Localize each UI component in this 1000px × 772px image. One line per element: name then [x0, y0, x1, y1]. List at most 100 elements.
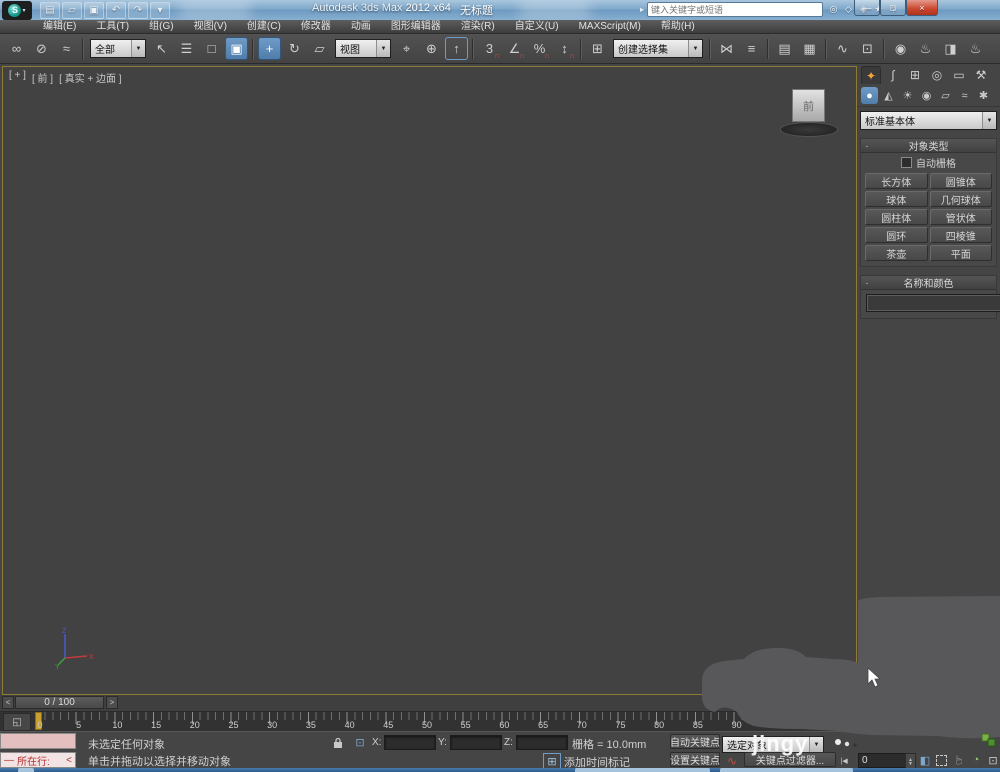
maximize-viewport-toggle-icon[interactable]: ⊡	[985, 752, 1000, 768]
cylinder-button[interactable]: 圆柱体	[865, 209, 928, 225]
menu-tools[interactable]: 工具(T)	[87, 20, 138, 33]
y-coordinate-field[interactable]	[450, 735, 502, 750]
track-bar[interactable]: ◱ 0 5 10 15 20 25 30 35 40 45 50 55 60 65 70 75 80 85 90	[0, 712, 857, 732]
go-to-start-button[interactable]: |◀	[836, 753, 852, 768]
previous-frame-arrow[interactable]: <	[2, 696, 14, 709]
time-slider-handle[interactable]: 0 / 100	[15, 696, 104, 709]
windows-taskbar-edge[interactable]	[0, 768, 1000, 772]
toolbar-options-button[interactable]: ▾	[150, 1, 170, 19]
select-object-icon[interactable]: ↖	[150, 37, 173, 60]
key-mode-toggle-icon[interactable]: ◧	[917, 752, 933, 768]
snap-toggle-3d-icon[interactable]: 3 ∩	[478, 37, 501, 60]
tab-hierarchy[interactable]: ⊞	[905, 66, 925, 84]
category-helpers[interactable]: ▱	[937, 87, 954, 104]
category-shapes[interactable]: ◭	[880, 87, 897, 104]
select-and-rotate-icon[interactable]: ↻	[283, 37, 306, 60]
category-cameras[interactable]: ◉	[918, 87, 935, 104]
spinner-snap-icon[interactable]: ↕ ∩	[553, 37, 576, 60]
dropdown-arrow-icon[interactable]: ▼	[131, 40, 145, 57]
ribbon-toggle-icon[interactable]: ▦	[798, 37, 821, 60]
render-setup-icon[interactable]: ♨	[914, 37, 937, 60]
sphere-button[interactable]: 球体	[865, 191, 928, 207]
orbit-icon[interactable]: ◔	[968, 752, 984, 768]
select-and-scale-icon[interactable]: ▱	[308, 37, 331, 60]
viewcube-front-face[interactable]: 前	[792, 89, 825, 122]
viewport-menu-shading[interactable]: [ 真实 + 边面 ]	[59, 70, 122, 85]
next-frame-arrow[interactable]: >	[106, 696, 118, 709]
search-input[interactable]	[647, 2, 824, 17]
subcategory-dropdown[interactable]: 标准基本体 ▼	[860, 111, 997, 130]
render-production-icon[interactable]: ♨	[964, 37, 987, 60]
rendered-frame-window-icon[interactable]: ◨	[939, 37, 962, 60]
maximize-button[interactable]: □	[880, 0, 906, 16]
menu-edit[interactable]: 编辑(E)	[34, 20, 85, 33]
keyboard-override-toggle-icon[interactable]: ↑	[445, 37, 468, 60]
menu-customize[interactable]: 自定义(U)	[506, 20, 568, 33]
edit-named-selections-icon[interactable]: ⊞	[586, 37, 609, 60]
category-geometry[interactable]: ●	[861, 87, 878, 104]
category-space-warps[interactable]: ≈	[956, 87, 973, 104]
spinner-down-icon[interactable]: ▼	[908, 761, 913, 766]
application-menu-button[interactable]: S ▾	[2, 0, 32, 20]
layer-manager-icon[interactable]: ▤	[773, 37, 796, 60]
redo-button[interactable]: ↷	[128, 1, 148, 19]
set-key-button[interactable]: 设置关键点	[670, 752, 720, 767]
category-lights[interactable]: ☀	[899, 87, 916, 104]
object-type-rollout-header[interactable]: - 对象类型	[861, 139, 996, 153]
cone-button[interactable]: 圆锥体	[929, 173, 992, 189]
autogrid-checkbox[interactable]	[901, 157, 912, 168]
menu-animation[interactable]: 动画	[342, 20, 380, 33]
search-icon[interactable]: ◎	[826, 3, 841, 17]
save-file-button[interactable]: ▣	[84, 1, 104, 19]
viewport[interactable]: [ + ] [ 前 ] [ 真实 + 边面 ] 前 Z X Y	[2, 66, 857, 695]
tab-utilities[interactable]: ⚒	[971, 66, 991, 84]
dropdown-arrow-icon[interactable]: ▼	[809, 737, 823, 752]
mirror-icon[interactable]: ⋈	[715, 37, 738, 60]
viewcube-compass-ring[interactable]	[780, 122, 838, 137]
select-and-manipulate-icon[interactable]: ⊕	[420, 37, 443, 60]
dropdown-arrow-icon[interactable]: ▼	[982, 112, 996, 129]
select-and-move-icon[interactable]: +	[258, 37, 281, 60]
menu-graph-editors[interactable]: 图形编辑器	[382, 20, 450, 33]
taskbar-item[interactable]	[575, 768, 710, 772]
minimize-button[interactable]: —	[854, 0, 880, 16]
schematic-view-icon[interactable]: ⊡	[856, 37, 879, 60]
tab-motion[interactable]: ◎	[927, 66, 947, 84]
percent-snap-icon[interactable]: % ∩	[528, 37, 551, 60]
infocenter-expand-icon[interactable]: ▸	[640, 5, 644, 14]
curve-editor-icon[interactable]: ∿	[831, 37, 854, 60]
new-key-tangent-icon[interactable]: ∿	[724, 753, 740, 768]
menu-views[interactable]: 视图(V)	[185, 20, 236, 33]
name-color-rollout-header[interactable]: - 名称和颜色	[861, 276, 996, 290]
viewport-menu-pov[interactable]: [ 前 ]	[32, 70, 53, 85]
open-file-button[interactable]: ▱	[62, 1, 82, 19]
torus-button[interactable]: 圆环	[865, 227, 928, 243]
mini-curve-editor-button[interactable]: ◱	[3, 713, 31, 731]
pan-hand-icon[interactable]: ☞	[951, 752, 967, 768]
current-frame-field[interactable]	[858, 753, 910, 768]
unlink-selection-icon[interactable]: ⊘	[30, 37, 53, 60]
teapot-button[interactable]: 茶壶	[865, 245, 928, 261]
reference-coordinate-dropdown[interactable]: 视图 ▼	[335, 39, 391, 58]
x-coordinate-field[interactable]	[384, 735, 436, 750]
zoom-region-icon[interactable]	[933, 752, 949, 768]
plane-button[interactable]: 平面	[929, 245, 992, 261]
viewport-menu-general[interactable]: [ + ]	[9, 70, 26, 85]
select-by-name-icon[interactable]: ☰	[175, 37, 198, 60]
geosphere-button[interactable]: 几何球体	[929, 191, 992, 207]
align-icon[interactable]: ≡	[740, 37, 763, 60]
menu-modifiers[interactable]: 修改器	[292, 20, 340, 33]
tab-modify[interactable]: ∫	[883, 66, 903, 84]
select-and-link-icon[interactable]: ∞	[5, 37, 28, 60]
dropdown-arrow-icon[interactable]: ▼	[376, 40, 390, 57]
close-button[interactable]: ×	[906, 0, 938, 16]
tab-display[interactable]: ▭	[949, 66, 969, 84]
auto-key-button[interactable]: 自动关键点	[670, 734, 720, 749]
selection-filter-dropdown[interactable]: 全部 ▼	[90, 39, 146, 58]
tab-create[interactable]: ✦	[861, 66, 881, 84]
menu-maxscript[interactable]: MAXScript(M)	[570, 20, 650, 33]
new-file-button[interactable]: ▤	[40, 1, 60, 19]
tube-button[interactable]: 管状体	[929, 209, 992, 225]
menu-group[interactable]: 组(G)	[140, 20, 182, 33]
viewcube[interactable]: 前	[780, 89, 838, 137]
